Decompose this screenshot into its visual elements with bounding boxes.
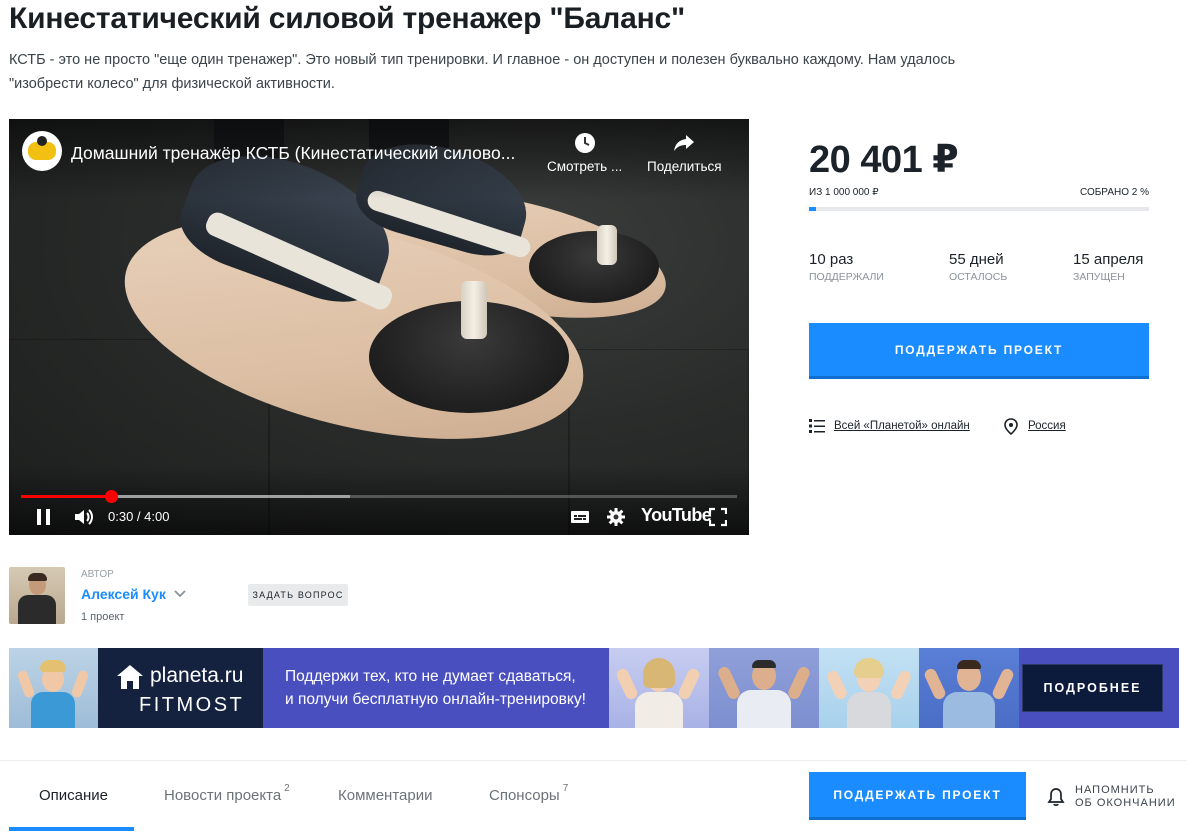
home-icon xyxy=(117,665,143,689)
banner-text-line: и получи бесплатную онлайн-тренировку! xyxy=(285,691,586,708)
category-link[interactable]: Всей «Планетой» онлайн xyxy=(834,420,970,432)
tab-label: Новости проекта xyxy=(164,787,282,804)
banner-partner: FITMOST xyxy=(139,694,245,716)
stat-value: 10 раз xyxy=(809,251,854,268)
fullscreen-icon[interactable] xyxy=(709,507,727,527)
location-link[interactable]: Россия xyxy=(1028,420,1066,432)
banner-more-button[interactable]: ПОДРОБНЕЕ xyxy=(1022,664,1163,712)
tab-description[interactable]: Описание xyxy=(39,787,108,804)
video-title[interactable]: Домашний тренажёр КСТБ (Кинестатический … xyxy=(71,143,515,164)
subtitles-icon[interactable] xyxy=(570,507,590,527)
chevron-down-icon[interactable] xyxy=(174,590,186,598)
support-project-button-bottom[interactable]: Поддержать проект xyxy=(809,772,1026,820)
remind-end-link[interactable]: Напомнить об окончании xyxy=(1075,784,1176,810)
stat-label: поддержали xyxy=(809,271,884,283)
clock-icon xyxy=(574,133,595,153)
banner-photo xyxy=(609,648,709,728)
tab-news[interactable]: Новости проекта 2 xyxy=(164,783,290,804)
page-title: Кинестатический силовой тренажер "Баланс… xyxy=(9,2,686,35)
remind-line: об окончании xyxy=(1075,797,1176,809)
banner-photo xyxy=(9,648,98,728)
channel-logo-icon[interactable] xyxy=(22,131,62,171)
banner-logo-block: planeta.ru FITMOST xyxy=(98,648,263,728)
support-project-button[interactable]: Поддержать проект xyxy=(809,323,1149,379)
author-projects-count: 1 проект xyxy=(81,611,125,623)
stat-backers: 10 раз поддержали xyxy=(809,251,884,283)
list-icon xyxy=(809,419,825,433)
share-label: Поделиться xyxy=(647,159,722,174)
video-time: 0:30 / 4:00 xyxy=(108,509,170,524)
promo-banner[interactable]: planeta.ru FITMOST Поддержи тех, кто не … xyxy=(9,648,1179,728)
video-scrubber[interactable] xyxy=(104,490,118,503)
tab-label: Спонсоры xyxy=(489,787,560,804)
project-lead: КСТБ - это не просто "еще один тренажер"… xyxy=(9,52,956,92)
stat-label: осталось xyxy=(949,271,1008,283)
banner-photo xyxy=(709,648,819,728)
watch-later-button[interactable]: Смотреть ... xyxy=(547,131,622,174)
banner-photo xyxy=(919,648,1019,728)
stat-days-left: 55 дней осталось xyxy=(949,251,1007,283)
bell-icon[interactable] xyxy=(1047,787,1065,807)
remind-line: Напомнить xyxy=(1075,784,1155,796)
banner-text: Поддержи тех, кто не думает сдаваться, и… xyxy=(285,665,586,711)
weight-plate-back xyxy=(529,231,659,303)
gear-icon[interactable] xyxy=(606,507,626,527)
author-name-link[interactable]: Алексей Кук xyxy=(81,586,166,602)
banner-brand: planeta.ru xyxy=(150,664,244,687)
tab-comments[interactable]: Комментарии xyxy=(338,787,432,804)
stat-value: 15 апреля xyxy=(1073,251,1144,268)
amount-collected: 20 401 ₽ xyxy=(809,139,959,181)
location-pin-icon xyxy=(1004,418,1018,435)
avatar[interactable] xyxy=(9,567,65,624)
stat-value: 55 дней xyxy=(949,251,1004,268)
active-tab-indicator xyxy=(9,827,134,831)
video-bottom-gradient xyxy=(9,465,749,535)
video-progress-bar[interactable] xyxy=(21,490,737,503)
video-progress-fill xyxy=(21,495,111,498)
share-button[interactable]: Поделиться xyxy=(647,131,722,174)
funding-progress-bar xyxy=(809,207,1149,211)
pause-icon[interactable] xyxy=(35,507,53,527)
plate-peg-front xyxy=(461,281,487,339)
watch-later-label: Смотреть ... xyxy=(547,159,623,174)
funding-percent: собрано 2 % xyxy=(1079,187,1149,198)
youtube-logo[interactable]: YouTube xyxy=(641,505,712,526)
tab-sponsors[interactable]: Спонсоры 7 xyxy=(489,783,568,804)
volume-icon[interactable] xyxy=(73,507,95,527)
funding-progress-fill xyxy=(809,207,816,211)
ask-question-button[interactable]: Задать вопрос xyxy=(248,584,348,606)
plate-peg-back xyxy=(597,225,617,265)
stat-launched: 15 апреля запущен xyxy=(1073,251,1143,283)
stat-label: запущен xyxy=(1073,271,1125,283)
banner-photo xyxy=(819,648,919,728)
tab-label: Описание xyxy=(39,787,109,804)
banner-text-line: Поддержи тех, кто не думает сдаваться, xyxy=(285,668,576,685)
funding-goal: из 1 000 000 ₽ xyxy=(809,187,879,198)
share-arrow-icon xyxy=(674,135,695,151)
tabs-divider xyxy=(0,760,1187,761)
tab-label: Комментарии xyxy=(338,787,433,804)
video-player[interactable]: Домашний тренажёр КСТБ (Кинестатический … xyxy=(9,119,749,535)
author-caption: Автор xyxy=(81,569,114,580)
tab-count-badge: 2 xyxy=(284,783,290,794)
tab-count-badge: 7 xyxy=(562,783,569,794)
